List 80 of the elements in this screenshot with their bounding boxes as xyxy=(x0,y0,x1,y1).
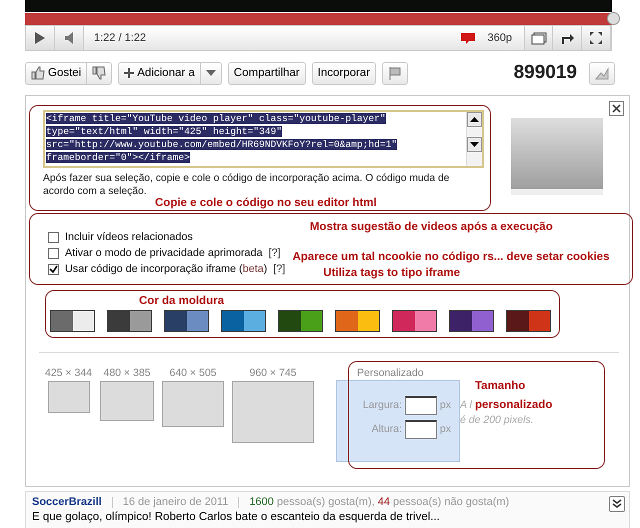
embed-description: Após fazer sua seleção, copie e cole o código de incorporação acima. O código muda de acordo com a seleção. xyxy=(43,172,450,198)
size-label: 960 × 745 xyxy=(250,367,297,379)
share-button[interactable]: Compartilhar xyxy=(228,62,306,84)
hint-text: é de 200 pixels. xyxy=(460,414,534,426)
color-swatch[interactable] xyxy=(107,310,152,332)
color-swatch[interactable] xyxy=(449,310,494,332)
embed-button[interactable]: Incorporar xyxy=(312,62,376,84)
option-label: Incluir vídeos relacionados xyxy=(65,231,193,243)
option-label: Ativar o modo de privacidade aprimorada xyxy=(65,247,262,259)
fullscreen-icon xyxy=(589,31,603,45)
size-label: 640 × 505 xyxy=(170,367,217,379)
width-label: Largura: xyxy=(362,399,402,411)
expand-button[interactable] xyxy=(609,496,625,512)
annotation-text: Copie e cole o código no seu editor html xyxy=(155,197,377,209)
color-swatch[interactable] xyxy=(164,310,209,332)
annotation-text: Cor da moldura xyxy=(139,295,224,307)
swap-button[interactable] xyxy=(553,26,582,50)
up-arrow-icon xyxy=(470,117,479,122)
check-icon xyxy=(49,264,58,274)
comment-text: E que golaço, olímpico! Roberto Carlos bate o escanteio da esquerda de trivel... xyxy=(32,511,441,523)
stats-button[interactable] xyxy=(589,62,615,84)
time-display: 1:22 / 1:22 xyxy=(94,32,147,44)
add-to-button[interactable]: Adicionar a xyxy=(118,62,201,84)
scroll-up-button[interactable] xyxy=(467,112,482,127)
close-icon xyxy=(612,104,621,113)
size-label: 480 × 385 xyxy=(104,367,151,379)
scroll-down-button[interactable] xyxy=(467,137,482,152)
play-icon xyxy=(34,31,46,45)
chart-icon xyxy=(595,66,609,80)
color-swatch[interactable] xyxy=(221,310,266,332)
fullscreen-button[interactable] xyxy=(582,26,611,50)
checkbox[interactable] xyxy=(48,232,59,242)
embed-code-field[interactable]: <iframe title="YouTube video player" class="youtube-player" type="text/html" width="425" height="349" src="http://www.youtube.com/embed/HR69NDVKFoY?rel=0&amp;hd=1" frameborder="0"></iframe> xyxy=(43,110,484,168)
annotation-text: Tamanho personalizado xyxy=(475,379,554,413)
chevrons-down-icon xyxy=(612,499,622,509)
color-swatch[interactable] xyxy=(50,310,95,332)
help-link[interactable]: [?] xyxy=(268,247,280,259)
windows-icon xyxy=(530,32,546,44)
option-label: Usar código de incorporação iframe (beta) xyxy=(65,263,268,275)
caret-icon xyxy=(206,70,216,76)
unit-label: px xyxy=(440,423,452,435)
height-label: Altura: xyxy=(372,423,402,435)
speaker-icon xyxy=(64,31,74,45)
thumbs-up-icon xyxy=(31,66,45,80)
custom-size-label: Personalizado xyxy=(357,367,425,379)
plus-icon xyxy=(124,68,134,78)
color-swatch[interactable] xyxy=(335,310,380,332)
color-swatch[interactable] xyxy=(506,310,551,332)
flag-button[interactable] xyxy=(382,62,408,84)
arrow-icon xyxy=(559,31,575,45)
size-label: 425 × 344 xyxy=(45,367,92,379)
view-count: 899019 xyxy=(514,62,577,84)
color-swatch[interactable] xyxy=(392,310,437,332)
like-button[interactable]: Gostei xyxy=(25,62,88,84)
annotation-text: Utiliza tags to tipo iframe xyxy=(323,267,460,279)
help-link[interactable]: [?] xyxy=(273,263,286,275)
annotation-text: Mostra sugestão de videos após a execução xyxy=(310,221,553,233)
captions-icon[interactable] xyxy=(460,32,476,44)
quality-button[interactable]: 360p xyxy=(476,26,524,50)
width-field[interactable] xyxy=(404,396,437,414)
hint-text: A l xyxy=(460,399,472,411)
unit-label: px xyxy=(440,399,452,411)
comment-votes: 1600 pessoa(s) gosta(m), 44 pessoa(s) não gosta(m) xyxy=(249,496,510,508)
color-swatch[interactable] xyxy=(278,310,323,332)
annotation-text: Aparece um tal ncookie no código rs... deve setar cookies xyxy=(292,251,610,263)
checkbox[interactable] xyxy=(48,264,59,274)
dislike-button[interactable] xyxy=(87,62,112,84)
volume-button[interactable] xyxy=(55,26,84,50)
play-button[interactable] xyxy=(26,26,55,50)
window-button[interactable] xyxy=(524,26,553,50)
flag-icon xyxy=(388,66,402,80)
comment-author[interactable]: SoccerBrazill xyxy=(32,496,102,508)
height-field[interactable] xyxy=(404,420,437,438)
progress-handle[interactable] xyxy=(607,12,620,25)
close-button[interactable] xyxy=(609,101,624,116)
thumbs-down-icon xyxy=(92,66,106,80)
down-arrow-icon xyxy=(470,142,479,147)
checkbox[interactable] xyxy=(48,248,59,258)
dropdown-button[interactable] xyxy=(200,62,222,84)
comment-date: 16 de janeiro de 2011 xyxy=(122,496,228,508)
